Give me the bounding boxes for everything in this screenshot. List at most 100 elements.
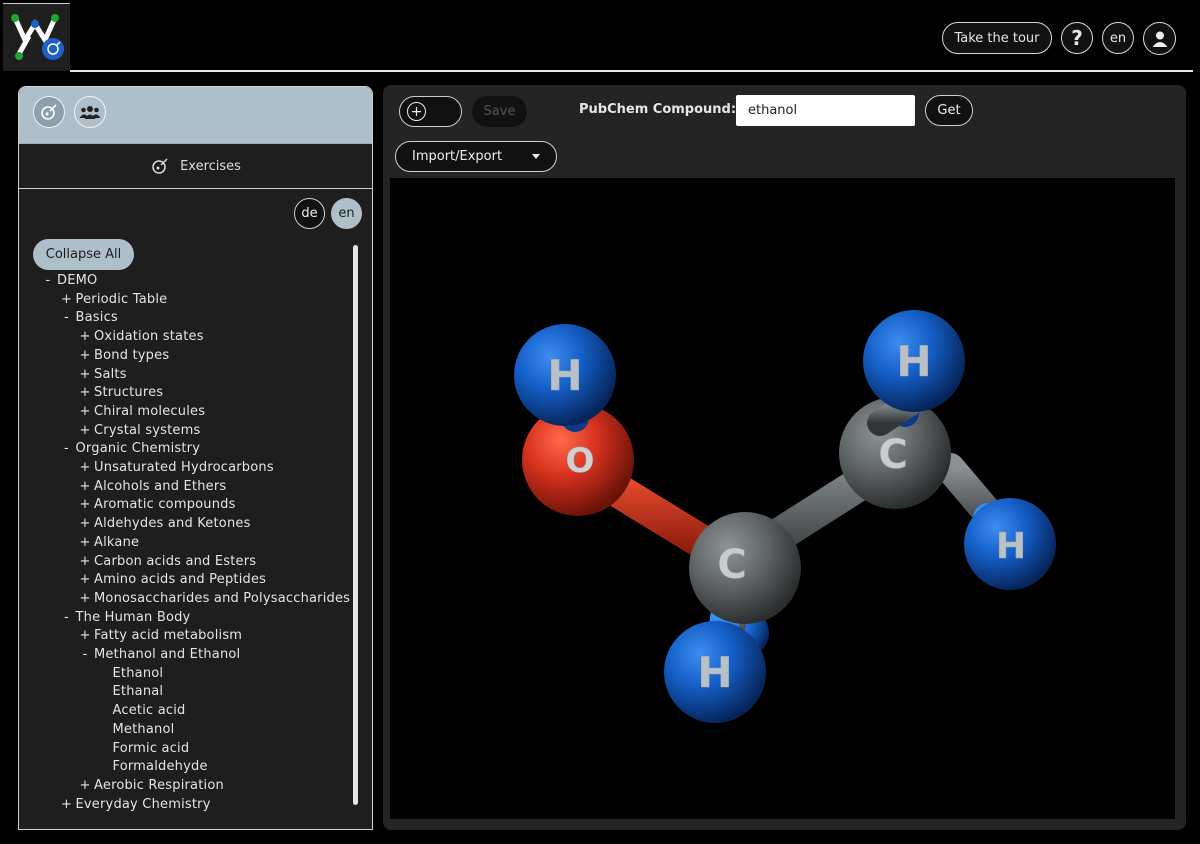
- leaf-spacer: [95, 721, 113, 740]
- collapse-all-button[interactable]: Collapse All: [33, 239, 134, 270]
- tree-item[interactable]: + Amino acids and Peptides: [39, 571, 359, 590]
- tree-item-label: Alcohols and Ethers: [94, 478, 227, 494]
- tree-item-label: Crystal systems: [94, 422, 201, 438]
- tree-item[interactable]: + Structures: [39, 384, 359, 403]
- collapse-toggle[interactable]: -: [58, 309, 76, 328]
- expand-toggle[interactable]: +: [76, 347, 94, 366]
- expand-toggle[interactable]: +: [76, 366, 94, 385]
- expand-toggle[interactable]: +: [58, 796, 76, 815]
- tree-item[interactable]: + Periodic Table: [39, 291, 359, 310]
- language-button[interactable]: en: [1102, 22, 1134, 54]
- tree-item[interactable]: Acetic acid: [39, 702, 359, 721]
- leaf-spacer: [95, 758, 113, 777]
- tree-item[interactable]: - DEMO: [39, 272, 359, 291]
- exercises-title: Exercises: [180, 158, 241, 174]
- tree-item[interactable]: + Monosaccharides and Polysaccharides: [39, 590, 359, 609]
- lang-de-button[interactable]: de: [294, 198, 325, 229]
- exercise-mode-button[interactable]: [33, 96, 65, 128]
- tree-item-label: DEMO: [57, 273, 98, 288]
- expand-toggle[interactable]: +: [76, 534, 94, 553]
- tree-item[interactable]: + Alcohols and Ethers: [39, 478, 359, 497]
- expand-toggle[interactable]: +: [76, 627, 94, 646]
- molecule-3d-viewer[interactable]: H H H H O C C: [390, 178, 1175, 819]
- expand-toggle[interactable]: +: [76, 403, 94, 422]
- expand-toggle[interactable]: +: [76, 459, 94, 478]
- tree-item[interactable]: Ethanol: [39, 665, 359, 684]
- user-account-button[interactable]: [1143, 22, 1176, 55]
- tree-item-label: Formic acid: [112, 740, 190, 756]
- tree-item[interactable]: + Unsaturated Hydrocarbons: [39, 459, 359, 478]
- group-mode-button[interactable]: [74, 96, 106, 128]
- expand-toggle[interactable]: +: [76, 553, 94, 572]
- take-tour-button[interactable]: Take the tour: [942, 22, 1052, 54]
- collapse-toggle[interactable]: -: [58, 609, 76, 628]
- atom-label-o: O: [566, 441, 595, 481]
- tree-item[interactable]: Ethanal: [39, 683, 359, 702]
- tree-item-label: Aldehydes and Ketones: [94, 516, 251, 532]
- tree-item[interactable]: - Basics: [39, 309, 359, 328]
- expand-toggle[interactable]: +: [76, 384, 94, 403]
- atom-label-c: C: [717, 542, 746, 588]
- tree-item-label: The Human Body: [75, 609, 191, 625]
- tree-item[interactable]: Formic acid: [39, 740, 359, 759]
- tree-item-label: Aromatic compounds: [94, 497, 236, 513]
- tree-item[interactable]: + Aldehydes and Ketones: [39, 515, 359, 534]
- leaf-spacer: [95, 683, 113, 702]
- tree-item-label: Fatty acid metabolism: [94, 628, 243, 644]
- expand-toggle[interactable]: +: [76, 422, 94, 441]
- tree-item-label: Everyday Chemistry: [75, 796, 211, 812]
- tree-item[interactable]: - Organic Chemistry: [39, 440, 359, 459]
- tree-item[interactable]: + Bond types: [39, 347, 359, 366]
- tree-item-label: Carbon acids and Esters: [94, 553, 257, 569]
- expand-toggle[interactable]: +: [76, 571, 94, 590]
- help-button[interactable]: ?: [1061, 22, 1093, 54]
- get-button[interactable]: Get: [925, 95, 973, 126]
- mode-switcher: [19, 87, 372, 144]
- add-button[interactable]: +: [399, 96, 462, 127]
- tree-item[interactable]: Methanol: [39, 721, 359, 740]
- expand-toggle[interactable]: +: [76, 496, 94, 515]
- tree-item[interactable]: + Salts: [39, 366, 359, 385]
- tree-item[interactable]: - Methanol and Ethanol: [39, 646, 359, 665]
- tree-item[interactable]: + Alkane: [39, 534, 359, 553]
- content-language-switch: de en: [294, 198, 362, 229]
- tree-item-label: Alkane: [94, 534, 140, 550]
- exercises-header[interactable]: Exercises: [19, 144, 372, 189]
- app-logo[interactable]: [3, 3, 70, 71]
- lang-en-button[interactable]: en: [331, 198, 362, 229]
- caret-down-icon: [532, 154, 540, 159]
- tree-item[interactable]: + Aerobic Respiration: [39, 777, 359, 796]
- tree-item-label: Bond types: [94, 347, 170, 363]
- tree-item-label: Chiral molecules: [94, 403, 206, 419]
- collapse-toggle[interactable]: -: [76, 646, 94, 665]
- leaf-spacer: [95, 740, 113, 759]
- collapse-toggle[interactable]: -: [39, 272, 57, 291]
- expand-toggle[interactable]: +: [76, 515, 94, 534]
- atom-label-h: H: [896, 337, 931, 386]
- tree-item[interactable]: + Crystal systems: [39, 422, 359, 441]
- tree-item[interactable]: + Carbon acids and Esters: [39, 553, 359, 572]
- tree-item[interactable]: + Chiral molecules: [39, 403, 359, 422]
- tree-item[interactable]: + Fatty acid metabolism: [39, 627, 359, 646]
- pubchem-compound-input[interactable]: [736, 95, 915, 126]
- ethanol-molecule-model: H H H H O C C: [514, 310, 1056, 723]
- tree-item-label: Organic Chemistry: [75, 441, 201, 457]
- tree-item-label: Structures: [94, 385, 164, 401]
- tree-item[interactable]: + Aromatic compounds: [39, 496, 359, 515]
- tree-item-label: Basics: [75, 310, 118, 326]
- expand-toggle[interactable]: +: [76, 478, 94, 497]
- import-export-dropdown[interactable]: Import/Export: [395, 141, 557, 172]
- expand-toggle[interactable]: +: [76, 590, 94, 609]
- expand-toggle[interactable]: +: [76, 328, 94, 347]
- tree-item-label: Monosaccharides and Polysaccharides: [94, 590, 351, 606]
- collapse-toggle[interactable]: -: [58, 440, 76, 459]
- tree-item[interactable]: Formaldehyde: [39, 758, 359, 777]
- app-header: Take the tour ? en: [0, 0, 1200, 75]
- tree-item[interactable]: - The Human Body: [39, 609, 359, 628]
- tree-item[interactable]: + Oxidation states: [39, 328, 359, 347]
- tree-scrollbar[interactable]: [353, 245, 358, 805]
- expand-toggle[interactable]: +: [58, 291, 76, 310]
- save-button[interactable]: Save: [472, 96, 527, 127]
- tree-item[interactable]: + Everyday Chemistry: [39, 796, 359, 815]
- expand-toggle[interactable]: +: [76, 777, 94, 796]
